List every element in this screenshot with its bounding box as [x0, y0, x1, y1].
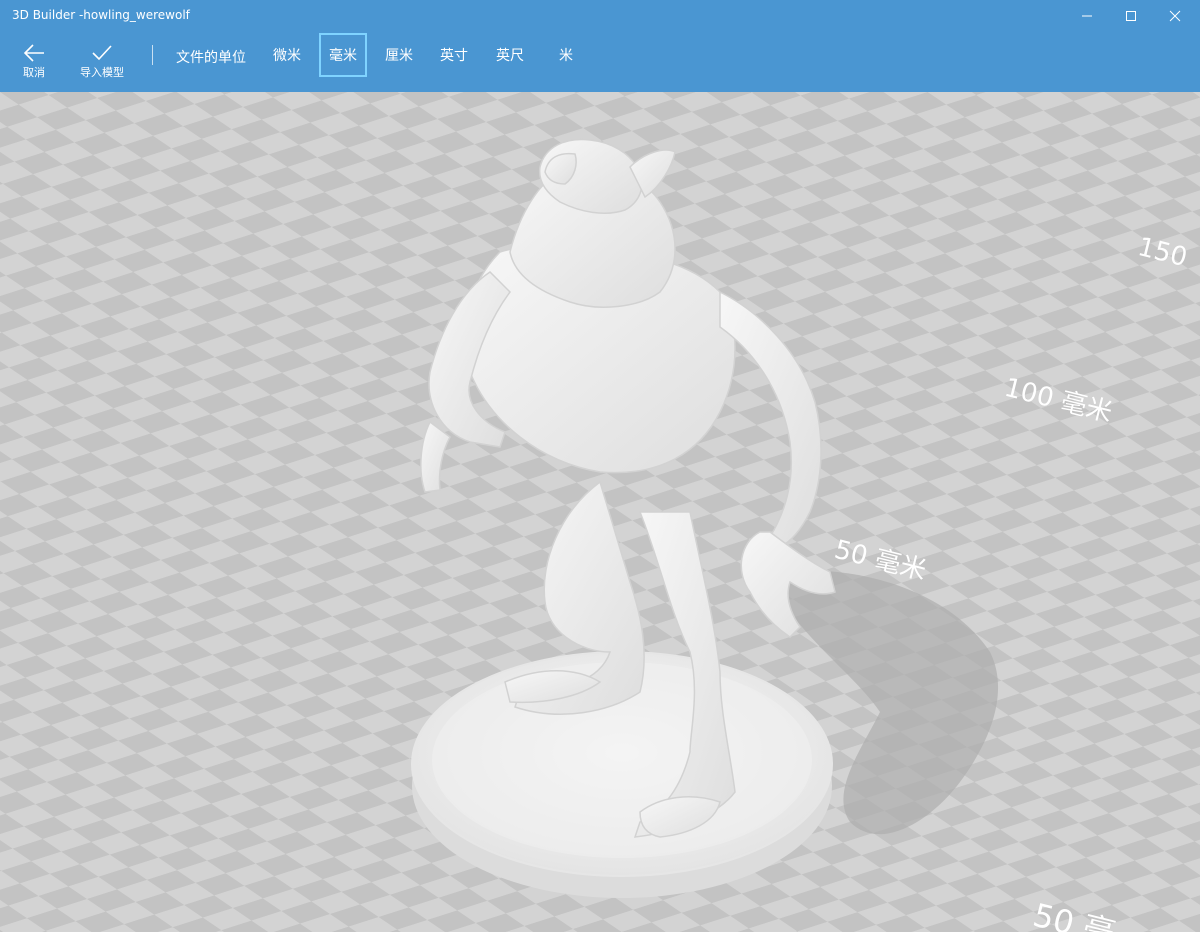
cancel-label: 取消	[23, 66, 45, 79]
unit-inch-button[interactable]: 英寸	[431, 33, 477, 77]
import-model-label: 导入模型	[80, 66, 124, 79]
maximize-icon	[1126, 11, 1136, 21]
unit-meter-button[interactable]: 米	[543, 33, 589, 77]
close-icon	[1169, 10, 1181, 22]
cancel-button[interactable]: 取消	[14, 36, 54, 88]
toolbar-separator	[152, 45, 153, 65]
close-button[interactable]	[1152, 0, 1198, 32]
unit-foot-button[interactable]: 英尺	[487, 33, 533, 77]
app-bar: 3D Builder -howling_werewolf 取消 导入模型 文件的…	[0, 0, 1200, 92]
window-title: 3D Builder -howling_werewolf	[12, 8, 190, 22]
file-units-label: 文件的单位	[176, 50, 246, 66]
import-model-button[interactable]: 导入模型	[72, 36, 132, 88]
3d-viewport[interactable]: 150 100 毫米 50 毫米 50 毫	[0, 92, 1200, 932]
minimize-button[interactable]	[1064, 0, 1110, 32]
unit-millimeter-button[interactable]: 毫米	[319, 33, 367, 77]
scene-canvas	[0, 92, 1200, 932]
arrow-left-icon	[23, 44, 44, 62]
title-bar[interactable]: 3D Builder -howling_werewolf	[0, 0, 1200, 32]
maximize-button[interactable]	[1108, 0, 1154, 32]
unit-centimeter-button[interactable]: 厘米	[376, 33, 422, 77]
unit-micrometer-button[interactable]: 微米	[264, 33, 310, 77]
checkmark-icon	[92, 45, 112, 61]
minimize-icon	[1082, 15, 1092, 17]
